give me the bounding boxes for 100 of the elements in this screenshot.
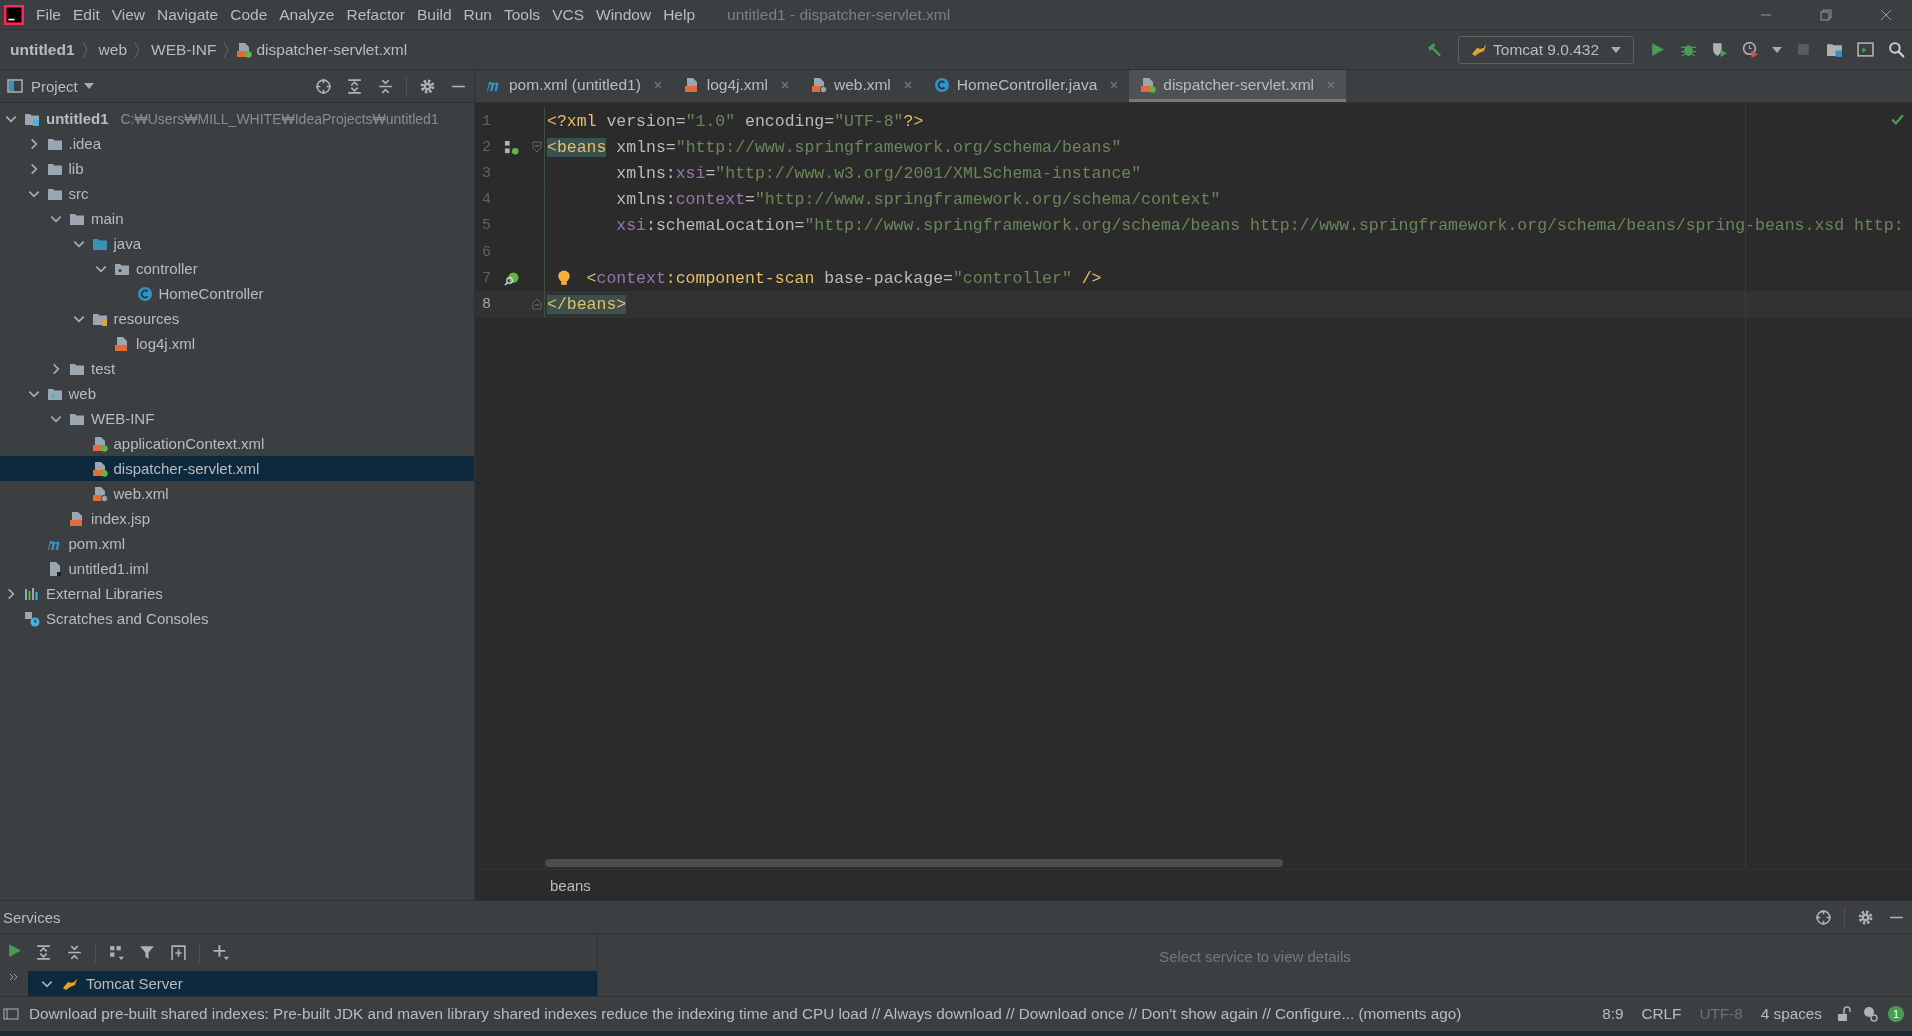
- tree-item[interactable]: java: [0, 231, 474, 256]
- menu-item[interactable]: Build: [417, 5, 452, 24]
- panel-title[interactable]: Project: [31, 77, 78, 95]
- filter-icon[interactable]: [139, 944, 156, 961]
- menu-item[interactable]: File: [36, 5, 61, 24]
- tree-item[interactable]: .idea: [0, 131, 474, 156]
- run-icon[interactable]: [1649, 41, 1666, 58]
- plus-icon[interactable]: [212, 944, 229, 961]
- menu-item[interactable]: VCS: [552, 5, 584, 24]
- tree-item[interactable]: log4j.xml: [0, 331, 474, 356]
- tree-item[interactable]: applicationContext.xml: [0, 431, 474, 456]
- status-item[interactable]: CRLF: [1641, 1005, 1682, 1023]
- expand-all-icon[interactable]: [346, 77, 363, 95]
- panel-icon: [7, 78, 23, 94]
- run-configuration-dropdown[interactable]: Tomcat 9.0.432: [1458, 35, 1634, 64]
- menu-item[interactable]: View: [111, 5, 146, 24]
- tree-item[interactable]: pom.xml: [0, 531, 474, 556]
- restore-icon[interactable]: [1818, 6, 1834, 23]
- status-message[interactable]: Download pre-built shared indexes: Pre-built JDK and maven library shared indexes reduce the indexing time and CPU load // Always download // Download once // Don't show again // Configure... (moments ago): [29, 1005, 1462, 1023]
- xml-file-icon: [114, 335, 130, 352]
- clock-run-icon[interactable]: [1742, 41, 1759, 58]
- breadcrumb[interactable]: WEB-INF: [151, 40, 217, 59]
- collapse-all-icon[interactable]: [66, 944, 83, 961]
- unlock-icon[interactable]: [1836, 1006, 1852, 1022]
- caret-icon[interactable]: [83, 83, 94, 89]
- tree-item[interactable]: main: [0, 206, 474, 231]
- tree-item[interactable]: HomeController: [0, 281, 474, 306]
- line-number: 4: [481, 191, 492, 209]
- web-xml-icon: [810, 76, 827, 93]
- tree-item[interactable]: lib: [0, 156, 474, 181]
- tree-item[interactable]: src: [0, 181, 474, 206]
- editor-tab[interactable]: HomeController.java: [922, 70, 1130, 102]
- menu-item[interactable]: Refactor: [346, 5, 406, 24]
- line-number: 8: [481, 295, 492, 313]
- tree-item[interactable]: web.xml: [0, 481, 474, 506]
- tree-item[interactable]: dispatcher-servlet.xml: [0, 456, 474, 481]
- tree-item[interactable]: External Libraries: [0, 581, 474, 606]
- code-line: xsi:schemaLocation="http://www.springframework.org/schema/beans http://www.springframework.org/schema/beans/spring-beans.xsd http:: [616, 216, 1904, 236]
- settings-icon[interactable]: [419, 77, 436, 95]
- spring-xml-icon: [1140, 76, 1157, 93]
- menu-item[interactable]: Help: [663, 5, 696, 24]
- status-item[interactable]: 4 spaces: [1760, 1005, 1822, 1023]
- menu-item[interactable]: Tools: [503, 5, 541, 24]
- spring-xml-icon: [91, 435, 108, 452]
- project-structure-icon[interactable]: [1826, 41, 1843, 58]
- menu-item[interactable]: Window: [596, 5, 652, 24]
- tree-item[interactable]: Scratches and Consoles: [0, 606, 474, 631]
- tree-item[interactable]: controller: [0, 256, 474, 281]
- breadcrumb[interactable]: beans: [550, 876, 591, 894]
- shield-run-icon[interactable]: [1711, 41, 1728, 58]
- bean-gutter-icon[interactable]: [504, 139, 519, 155]
- menu-item[interactable]: Analyze: [279, 5, 335, 24]
- breadcrumb[interactable]: dispatcher-servlet.xml: [256, 40, 408, 59]
- tree-item[interactable]: index.jsp: [0, 506, 474, 531]
- search-icon[interactable]: [1888, 41, 1905, 58]
- status-item[interactable]: 8:9: [1602, 1005, 1624, 1023]
- tree-item[interactable]: untitled1.iml: [0, 556, 474, 581]
- tree-item[interactable]: Tomcat Server: [28, 971, 597, 996]
- window-title: untitled1 - dispatcher-servlet.xml: [727, 5, 951, 24]
- editor-tab[interactable]: web.xml: [799, 70, 923, 102]
- tree-item[interactable]: test: [0, 356, 474, 381]
- tree-item[interactable]: WEB-INF: [0, 406, 474, 431]
- expand-all-icon[interactable]: [35, 944, 52, 961]
- scrollbar[interactable]: [545, 859, 1283, 867]
- menu-item[interactable]: Navigate: [157, 5, 219, 24]
- editor-tab[interactable]: log4j.xml: [672, 70, 800, 102]
- line-number: 3: [481, 164, 492, 182]
- caret-icon[interactable]: [1772, 46, 1782, 53]
- app-logo-icon: [4, 4, 24, 25]
- tool-windows-icon[interactable]: [3, 1006, 19, 1022]
- editor-tab[interactable]: dispatcher-servlet.xml: [1129, 70, 1346, 102]
- tree-item[interactable]: web: [0, 381, 474, 406]
- libraries-icon: [24, 585, 40, 602]
- scan-gutter-icon[interactable]: [504, 270, 519, 286]
- caret-icon: [1611, 46, 1621, 53]
- lightbulb-icon[interactable]: [557, 270, 571, 287]
- fold-icon[interactable]: [532, 298, 542, 311]
- hammer-icon[interactable]: [1426, 41, 1443, 58]
- menu-item[interactable]: Code: [230, 5, 268, 24]
- settings-icon[interactable]: [1857, 908, 1874, 926]
- collapse-all-icon[interactable]: [377, 77, 394, 95]
- locate-icon[interactable]: [1815, 908, 1832, 926]
- line-number: 7: [481, 269, 492, 287]
- notification-badge[interactable]: 1: [1888, 1006, 1904, 1022]
- window-icon[interactable]: [1857, 41, 1874, 58]
- editor-tab[interactable]: pom.xml (untitled1): [475, 70, 673, 102]
- tree-item[interactable]: resources: [0, 306, 474, 331]
- more-icon[interactable]: [9, 973, 19, 981]
- breadcrumb-separator-icon: [80, 39, 89, 60]
- breadcrumb[interactable]: untitled1: [10, 40, 75, 59]
- locate-icon[interactable]: [315, 77, 332, 95]
- breadcrumb-separator-icon: [222, 39, 231, 60]
- fold-icon[interactable]: [532, 141, 542, 154]
- menu-item[interactable]: Run: [463, 5, 492, 24]
- group-icon[interactable]: [108, 944, 125, 961]
- menu-item[interactable]: Edit: [73, 5, 100, 24]
- tree-item[interactable]: untitled1 C:₩Users₩MILL_WHITE₩IdeaProjects₩untitled1: [0, 106, 474, 131]
- jsp-file-icon: [69, 510, 85, 527]
- breadcrumb[interactable]: web: [98, 40, 128, 59]
- add-service-icon[interactable]: [170, 944, 187, 961]
